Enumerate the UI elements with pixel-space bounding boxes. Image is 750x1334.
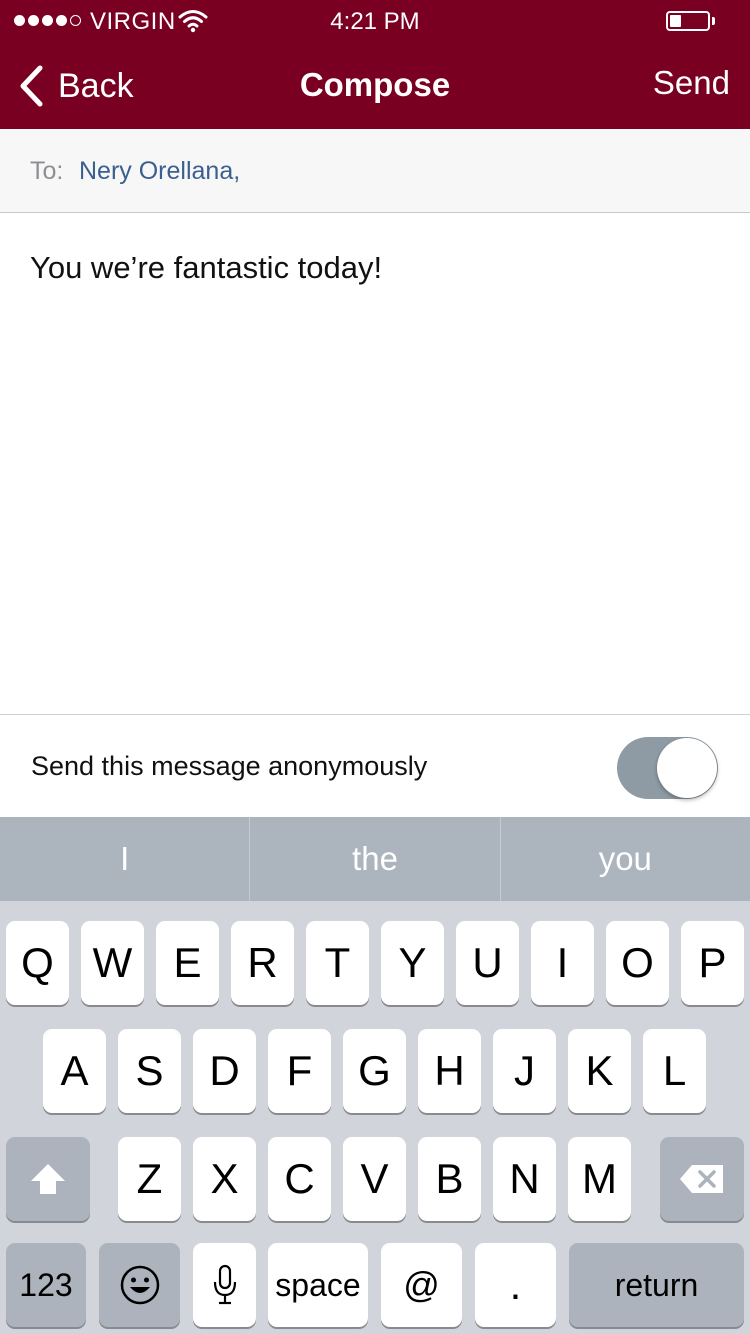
key-w[interactable]: W xyxy=(81,921,144,1005)
numbers-key[interactable]: 123 xyxy=(6,1243,86,1327)
recipient-field[interactable]: To: Nery Orellana, xyxy=(0,129,750,213)
shift-key[interactable] xyxy=(6,1137,90,1221)
dictation-key[interactable] xyxy=(193,1243,256,1327)
key-v[interactable]: V xyxy=(343,1137,406,1221)
key-e[interactable]: E xyxy=(156,921,219,1005)
anonymous-toggle[interactable] xyxy=(617,737,718,799)
predictive-text-bar: I the you xyxy=(0,817,750,901)
key-x[interactable]: X xyxy=(193,1137,256,1221)
key-h[interactable]: H xyxy=(418,1029,481,1113)
recipient-name[interactable]: Nery Orellana, xyxy=(79,157,240,186)
key-f[interactable]: F xyxy=(268,1029,331,1113)
at-key[interactable]: @ xyxy=(381,1243,462,1327)
message-body[interactable]: You we’re fantastic today! xyxy=(30,250,382,286)
suggestion-2[interactable]: the xyxy=(250,817,501,901)
emoji-icon xyxy=(120,1265,159,1305)
battery-level xyxy=(670,15,681,27)
key-m[interactable]: M xyxy=(568,1137,631,1221)
key-b[interactable]: B xyxy=(418,1137,481,1221)
to-label: To: xyxy=(30,157,64,185)
battery-tip xyxy=(712,17,715,25)
period-key[interactable]: . xyxy=(475,1243,556,1327)
anonymous-setting-row: Send this message anonymously xyxy=(0,714,750,817)
microphone-icon xyxy=(213,1264,236,1305)
space-key[interactable]: space xyxy=(268,1243,368,1327)
key-q[interactable]: Q xyxy=(6,921,69,1005)
return-key[interactable]: return xyxy=(569,1243,744,1327)
key-y[interactable]: Y xyxy=(381,921,444,1005)
page-title: Compose xyxy=(299,66,451,103)
key-t[interactable]: T xyxy=(306,921,369,1005)
key-n[interactable]: N xyxy=(493,1137,556,1221)
key-l[interactable]: L xyxy=(643,1029,706,1113)
shift-icon xyxy=(31,1164,65,1194)
key-u[interactable]: U xyxy=(456,921,519,1005)
key-j[interactable]: J xyxy=(493,1029,556,1113)
key-s[interactable]: S xyxy=(118,1029,181,1113)
anonymous-label: Send this message anonymously xyxy=(31,751,428,781)
key-g[interactable]: G xyxy=(343,1029,406,1113)
delete-key[interactable] xyxy=(660,1137,744,1221)
key-o[interactable]: O xyxy=(606,921,669,1005)
toggle-knob xyxy=(657,738,717,798)
key-i[interactable]: I xyxy=(531,921,594,1005)
navigation-bar: VIRGIN 4:21 PM Back Compose Send xyxy=(0,0,750,129)
status-bar: VIRGIN 4:21 PM xyxy=(0,0,750,44)
emoji-key[interactable] xyxy=(99,1243,180,1327)
key-k[interactable]: K xyxy=(568,1029,631,1113)
key-a[interactable]: A xyxy=(43,1029,106,1113)
key-c[interactable]: C xyxy=(268,1137,331,1221)
key-d[interactable]: D xyxy=(193,1029,256,1113)
suggestion-1[interactable]: I xyxy=(0,817,251,901)
keyboard: Q W E R T Y U I O P A S D F G H J K L Z … xyxy=(0,901,750,1334)
battery-icon xyxy=(666,11,710,31)
key-z[interactable]: Z xyxy=(118,1137,181,1221)
clock: 4:21 PM xyxy=(330,8,420,35)
key-r[interactable]: R xyxy=(231,921,294,1005)
suggestion-3[interactable]: you xyxy=(501,817,750,901)
send-button[interactable]: Send xyxy=(653,64,730,102)
key-p[interactable]: P xyxy=(681,921,744,1005)
delete-icon xyxy=(680,1165,723,1193)
